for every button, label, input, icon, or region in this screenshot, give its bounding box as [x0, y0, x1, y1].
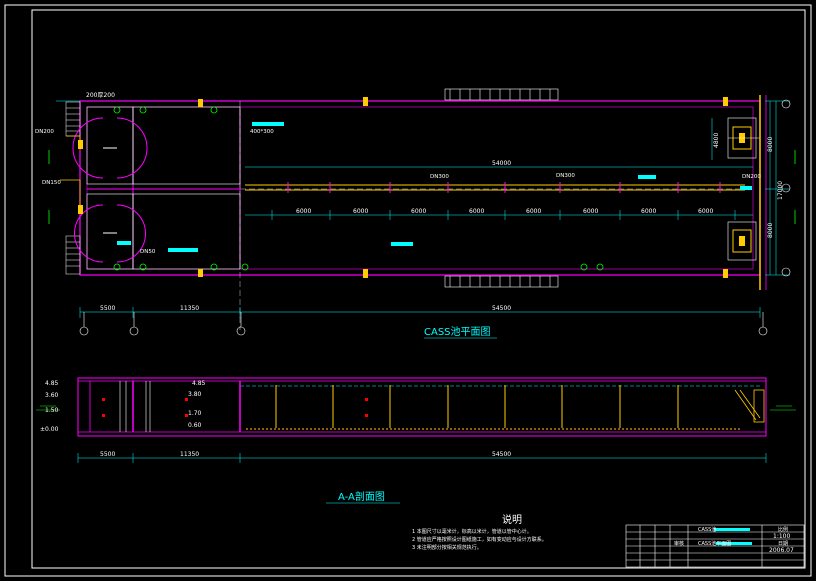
notes-title: 说明 — [502, 513, 522, 526]
elevation-label: 3.80 — [188, 391, 202, 398]
segment-label: 6000 — [411, 208, 426, 215]
bottom-dim: 54500 — [492, 305, 511, 312]
inner-frame — [31, 9, 806, 569]
plan-bottom-dims: 5500 11350 54500 — [100, 305, 511, 312]
plan-view: 200厚200 DN200 DN150 400*300 DN300 DN300 … — [35, 88, 796, 339]
elevation-label: 3.60 — [45, 392, 59, 399]
segment-label: 6000 — [526, 208, 541, 215]
notes: 说明 1 本图尺寸以毫米计，标高以米计，管道以管中心计。 2 管道应严格按照设计… — [412, 513, 547, 551]
segment-label: 6000 — [296, 208, 311, 215]
elevation-label: 4.85 — [45, 380, 59, 387]
tank-inner-wall — [86, 106, 754, 270]
elevation-label: 0.60 — [188, 422, 202, 429]
selector-zone-top — [132, 106, 241, 185]
elevation-label: 1.70 — [188, 410, 202, 417]
stairs-bottom — [444, 275, 559, 288]
right-dim: 8000 — [767, 137, 774, 152]
bottom-dim: 11350 — [180, 305, 199, 312]
bottom-dim: 5500 — [100, 305, 115, 312]
outer-frame — [4, 4, 812, 577]
section-markers — [102, 398, 368, 417]
notes-item: 1 本图尺寸以毫米计，标高以米计，管道以管中心计。 — [412, 528, 532, 535]
section-diffusers — [275, 385, 679, 428]
plan-pipe-dn-mid: DN150 — [42, 180, 61, 186]
bottom-dim: 11350 — [180, 451, 199, 458]
notes-item: 2 管道应严格按照设计图纸施工，如有变动应与设计方联系。 — [412, 536, 547, 543]
title-block-name-1: CASS池 — [698, 526, 716, 533]
section-bottom-dims: 5500 11350 54500 — [100, 451, 511, 458]
section-outline — [77, 377, 767, 437]
right-dim: 17000 — [777, 181, 784, 200]
mixer-bottom — [74, 204, 146, 263]
title-block-scale: 1:100 — [773, 533, 790, 540]
segment-label: 6000 — [583, 208, 598, 215]
axis-markers — [79, 99, 791, 336]
segment-label: 6000 — [698, 208, 713, 215]
section-elevations-left: 4.85 3.60 1.50 ±0.00 — [40, 380, 59, 433]
section-decanter — [734, 389, 765, 423]
plan-top-left-dim: 200厚200 — [86, 92, 115, 99]
elevation-label: 4.85 — [192, 380, 206, 387]
stairs-top — [444, 88, 559, 101]
elevation-label: 1.50 — [45, 407, 59, 414]
elevation-label: ±0.00 — [40, 426, 59, 433]
inlet-pipe — [245, 182, 745, 193]
segment-label: 6000 — [469, 208, 484, 215]
tag-bars — [117, 122, 752, 252]
cad-drawing-canvas: 200厚200 DN200 DN150 400*300 DN300 DN300 … — [4, 4, 812, 577]
title-block-highlight-1 — [714, 528, 750, 531]
segment-label: 6000 — [353, 208, 368, 215]
section-elevations-mid: 4.85 3.80 1.70 0.60 — [188, 380, 206, 429]
decanter-top — [727, 117, 760, 159]
contact-zone-bottom — [86, 193, 134, 270]
segment-label: 6000 — [641, 208, 656, 215]
contact-zone-top — [86, 106, 134, 185]
plan-inlet-dn-2: DN300 — [556, 173, 575, 179]
bottom-dim: 54500 — [492, 451, 511, 458]
title-block-scale-label: 比例 — [778, 526, 788, 533]
section-view: 4.85 3.60 1.50 ±0.00 4.85 3.80 1.70 0.60… — [36, 377, 796, 504]
left-stairs — [65, 101, 81, 275]
decanter-bottom — [727, 221, 757, 261]
bottom-dim: 5500 — [100, 451, 115, 458]
right-dim: 4800 — [713, 133, 720, 148]
left-pipe-stubs — [60, 135, 81, 212]
plan-total-length: 54000 — [492, 160, 511, 167]
section-wall-inner — [119, 381, 151, 432]
title-block-check: 审核 — [674, 540, 684, 547]
plan-small-label: DN50 — [140, 249, 156, 255]
plan-title: CASS池平面图 — [424, 325, 491, 338]
plan-inlet-dn-1: DN300 — [430, 174, 449, 180]
plan-outlet-dn: DN200 — [742, 174, 761, 180]
title-block-date: 2006.07 — [769, 547, 794, 554]
plan-opening-label: 400*300 — [250, 129, 274, 135]
right-dim: 8000 — [767, 223, 774, 238]
section-title: A-A剖面图 — [338, 490, 385, 503]
plan-segment-labels: 6000 6000 6000 6000 6000 6000 6000 6000 — [296, 208, 713, 215]
title-block-name-2: CASS池平面图 — [698, 540, 731, 547]
mixer-top — [72, 117, 148, 179]
selector-zone-bottom — [132, 193, 241, 270]
notes-item: 3 未注明部分按相关规范执行。 — [412, 544, 482, 551]
plan-pipe-dn-top: DN200 — [35, 129, 54, 135]
